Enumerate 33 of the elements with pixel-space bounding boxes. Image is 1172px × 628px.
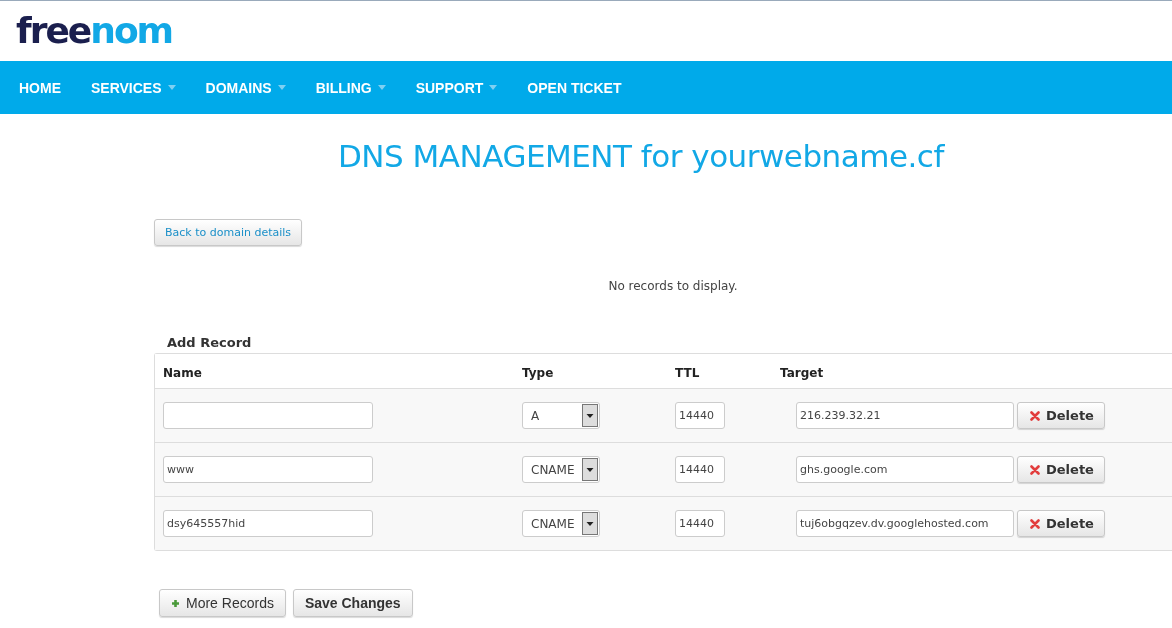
freenom-logo[interactable]: freenom	[16, 13, 173, 49]
type-dropdown[interactable]: CNAME	[522, 456, 600, 483]
column-header: Target	[780, 365, 824, 380]
ttl-field[interactable]: 14440	[675, 510, 725, 537]
caret-icon	[167, 85, 176, 90]
delete-icon	[1030, 410, 1040, 421]
plus-icon	[171, 598, 180, 608]
name-field[interactable]: www	[163, 456, 373, 483]
delete-button[interactable]: Delete	[1017, 402, 1105, 429]
caret-icon	[489, 85, 498, 90]
column-header: Name	[163, 365, 202, 380]
ttl-field[interactable]: 14440	[675, 456, 725, 483]
more-records-button[interactable]: More Records	[159, 589, 286, 617]
delete-button[interactable]: Delete	[1017, 456, 1105, 483]
page-title: DNS MANAGEMENT for yourwebname.cf	[338, 138, 946, 174]
delete-icon	[1030, 464, 1040, 475]
type-dropdown[interactable]: A	[522, 402, 600, 429]
type-dropdown[interactable]: CNAME	[522, 510, 600, 537]
caret-icon	[277, 85, 286, 90]
name-field[interactable]	[163, 402, 373, 429]
section-heading: Add Record	[167, 335, 253, 350]
name-field[interactable]: dsy645557hid	[163, 510, 373, 537]
delete-icon	[1030, 518, 1040, 529]
target-field[interactable]: 216.239.32.21	[796, 402, 1014, 429]
ttl-field[interactable]: 14440	[675, 402, 725, 429]
target-field[interactable]: tuj6obgqzev.dv.googlehosted.com	[796, 510, 1014, 537]
save-button[interactable]: Save Changes	[292, 589, 413, 617]
column-header: TTL	[675, 365, 700, 380]
delete-button[interactable]: Delete	[1017, 510, 1105, 537]
column-header: Type	[522, 365, 554, 380]
caret-icon	[377, 85, 386, 90]
target-field[interactable]: ghs.google.com	[796, 456, 1014, 483]
empty-message: No records to display.	[607, 279, 739, 293]
